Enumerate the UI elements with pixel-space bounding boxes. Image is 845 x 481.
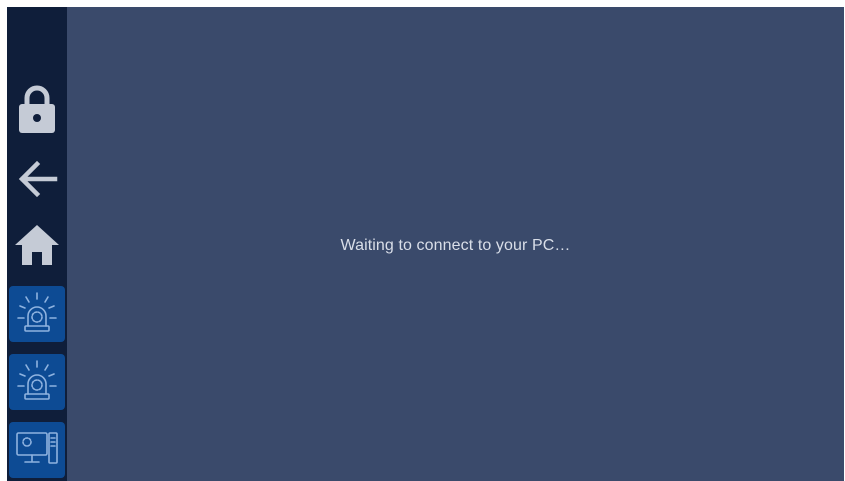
computer-icon — [15, 428, 59, 473]
sidebar — [7, 7, 67, 481]
back-button[interactable] — [7, 157, 67, 201]
lock-icon — [17, 83, 57, 135]
app-screen: Waiting to connect to your PC… — [7, 7, 844, 481]
alarm-button-2[interactable] — [9, 354, 65, 410]
main-content: Waiting to connect to your PC… — [67, 7, 844, 481]
home-icon — [13, 223, 61, 267]
siren-icon — [17, 291, 57, 338]
alarm-button-1[interactable] — [9, 286, 65, 342]
pc-button[interactable] — [9, 422, 65, 478]
arrow-left-icon — [15, 159, 59, 199]
home-button[interactable] — [7, 221, 67, 269]
siren-icon — [17, 359, 57, 406]
lock-button[interactable] — [7, 79, 67, 139]
connection-status-text: Waiting to connect to your PC… — [340, 237, 571, 254]
